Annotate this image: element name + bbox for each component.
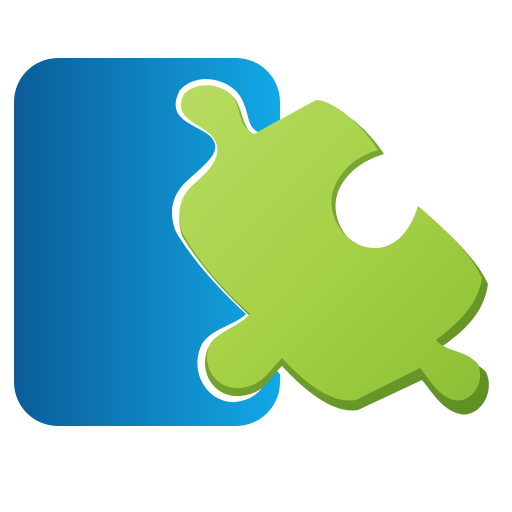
app-icon xyxy=(0,0,512,512)
puzzle-piece-face xyxy=(179,85,483,401)
puzzle-piece-extension-icon xyxy=(14,58,499,426)
puzzle-piece-icon xyxy=(172,79,499,421)
